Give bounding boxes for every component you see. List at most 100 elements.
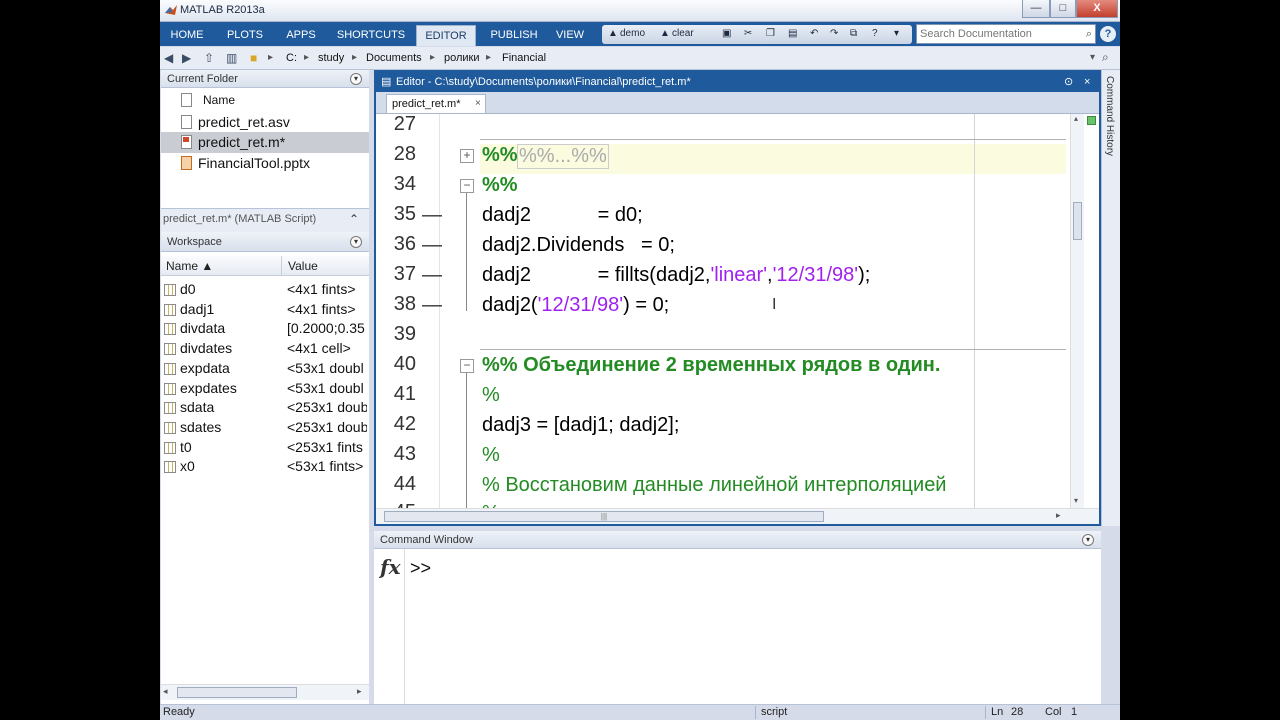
tab-predict-ret[interactable]: predict_ret.m* × bbox=[386, 94, 486, 113]
help-icon[interactable]: ? bbox=[1100, 26, 1116, 42]
breadcrumb-documents[interactable]: Documents bbox=[366, 52, 422, 64]
tab-apps[interactable]: APPS bbox=[278, 25, 324, 46]
paste-icon[interactable]: ▤ bbox=[788, 27, 797, 41]
expand-cell-icon[interactable]: + bbox=[460, 149, 474, 163]
copy-icon[interactable]: ❐ bbox=[766, 27, 775, 41]
panel-actions-icon[interactable]: ⊙ bbox=[1064, 72, 1073, 92]
line-number: 41 bbox=[393, 383, 416, 405]
breakpoint-dash[interactable]: — bbox=[422, 294, 442, 317]
browse-folder-icon[interactable]: ▥ bbox=[226, 51, 237, 65]
variable-value: <53x1 fints> bbox=[287, 458, 364, 475]
scroll-up-icon[interactable]: ▴ bbox=[1074, 114, 1078, 123]
tab-editor[interactable]: EDITOR bbox=[416, 25, 476, 46]
scroll-thumb[interactable] bbox=[1073, 202, 1082, 240]
breakpoint-dash[interactable]: — bbox=[422, 264, 442, 287]
workspace-variable-row[interactable]: sdata <253x1 doub bbox=[161, 398, 369, 418]
breakpoint-dash[interactable]: — bbox=[422, 204, 442, 227]
scroll-thumb[interactable] bbox=[177, 687, 297, 698]
command-history-label[interactable]: Command History bbox=[1104, 76, 1115, 156]
variable-icon bbox=[164, 303, 176, 316]
name-column-header[interactable]: Name bbox=[161, 90, 369, 110]
dropdown-icon[interactable]: ▾ bbox=[894, 27, 899, 41]
panel-actions-icon[interactable]: ▾ bbox=[1082, 534, 1094, 546]
workspace-variable-row[interactable]: dadj1 <4x1 fints> bbox=[161, 300, 369, 320]
tab-view[interactable]: VIEW bbox=[550, 25, 590, 46]
code-area[interactable]: 27 28 + %% %%...%% 34 − %% 35 — dadj2 = … bbox=[376, 114, 1099, 508]
demo-shortcut-label[interactable]: demo bbox=[620, 27, 645, 41]
workspace-variable-row[interactable]: d0 <4x1 fints> bbox=[161, 280, 369, 300]
minimize-button[interactable]: — bbox=[1022, 0, 1050, 18]
scroll-left-icon[interactable]: ◂ bbox=[163, 686, 168, 697]
switch-windows-icon[interactable]: ⧉ bbox=[850, 27, 857, 41]
command-history-sidebar[interactable]: Command History bbox=[1101, 70, 1120, 526]
path-separator-icon: ▸ bbox=[486, 52, 492, 63]
cell-marker: %% bbox=[482, 174, 518, 196]
editor-vscroll[interactable]: ▴ ▾ bbox=[1070, 114, 1084, 508]
panel-actions-icon[interactable]: ▾ bbox=[350, 236, 362, 248]
back-icon[interactable]: ◀ bbox=[164, 51, 173, 65]
search-documentation-input[interactable]: Search Documentation ⌕ bbox=[916, 24, 1096, 44]
close-tab-icon[interactable]: × bbox=[475, 95, 481, 113]
file-row[interactable]: predict_ret.asv bbox=[161, 112, 369, 133]
tab-home[interactable]: HOME bbox=[164, 25, 210, 46]
workspace-variable-row[interactable]: divdates <4x1 cell> bbox=[161, 339, 369, 359]
redo-icon[interactable]: ↷ bbox=[830, 27, 838, 41]
maximize-button[interactable]: □ bbox=[1050, 0, 1076, 18]
function-browser-icon[interactable]: fx bbox=[380, 555, 401, 579]
workspace-variable-row[interactable]: expdates <53x1 doubl bbox=[161, 379, 369, 399]
tab-shortcuts[interactable]: SHORTCUTS bbox=[332, 25, 410, 46]
workspace-variable-row[interactable]: t0 <253x1 fints bbox=[161, 438, 369, 458]
code-analyzer-ok-icon[interactable] bbox=[1087, 116, 1096, 125]
panel-actions-icon[interactable]: ▾ bbox=[350, 73, 362, 85]
workspace-variable-row[interactable]: sdates <253x1 doub bbox=[161, 418, 369, 438]
file-row-selected[interactable]: predict_ret.m* bbox=[161, 132, 369, 153]
file-name: predict_ret.m* bbox=[198, 134, 286, 150]
chevron-up-icon[interactable]: ⌃ bbox=[349, 209, 359, 229]
collapse-cell-icon[interactable]: − bbox=[460, 179, 474, 193]
undo-icon[interactable]: ↶ bbox=[810, 27, 818, 41]
scroll-right-icon[interactable]: ▸ bbox=[1056, 510, 1061, 521]
string-literal: '12/31/98' bbox=[772, 264, 859, 286]
editor-hscroll[interactable]: ||| ▸ bbox=[376, 508, 1099, 524]
address-dropdown-icon[interactable]: ▾ bbox=[1090, 52, 1095, 63]
breadcrumb-roliki[interactable]: ролики bbox=[444, 52, 480, 64]
command-window[interactable]: Command Window ▾ fx >> bbox=[374, 531, 1101, 704]
search-icon[interactable]: ⌕ bbox=[1086, 25, 1092, 43]
file-details-bar[interactable]: predict_ret.m* (MATLAB Script) ⌃ bbox=[161, 208, 369, 232]
tab-publish[interactable]: PUBLISH bbox=[482, 25, 546, 46]
save-icon[interactable]: ▣ bbox=[722, 27, 731, 41]
forward-icon[interactable]: ▶ bbox=[182, 51, 191, 65]
matlab-script-icon bbox=[181, 135, 192, 149]
clear-shortcut-label[interactable]: clear bbox=[672, 27, 694, 41]
breadcrumb-study[interactable]: study bbox=[318, 52, 344, 64]
scroll-right-icon[interactable]: ▸ bbox=[357, 686, 362, 697]
address-bar: ◀ ▶ ⇧ ▥ ■ ▸ C: ▸ study ▸ Documents ▸ рол… bbox=[160, 47, 1120, 70]
demo-shortcut-icon[interactable]: ▲ bbox=[608, 27, 618, 41]
collapsed-cell[interactable]: %%...%% bbox=[517, 144, 609, 169]
search-placeholder: Search Documentation bbox=[920, 28, 1032, 40]
breadcrumb-financial[interactable]: Financial bbox=[502, 52, 546, 64]
workspace-variable-row[interactable]: divdata [0.2000;0.35 bbox=[161, 319, 369, 339]
cut-icon[interactable]: ✂ bbox=[744, 27, 752, 41]
file-row[interactable]: FinancialTool.pptx bbox=[161, 153, 369, 174]
string-literal: 'linear' bbox=[710, 264, 768, 286]
breadcrumb-drive[interactable]: C: bbox=[286, 52, 297, 64]
comment-text: % Восстановим данные линейной интерполяц… bbox=[482, 474, 947, 496]
close-button[interactable]: X bbox=[1076, 0, 1118, 18]
value-column-header[interactable]: Value bbox=[288, 259, 318, 273]
variable-name: dadj1 bbox=[180, 300, 215, 317]
tab-plots[interactable]: PLOTS bbox=[218, 25, 272, 46]
workspace-variable-row[interactable]: expdata <53x1 doubl bbox=[161, 359, 369, 379]
scroll-down-icon[interactable]: ▾ bbox=[1074, 496, 1078, 505]
search-folder-icon[interactable]: ⌕ bbox=[1102, 50, 1109, 65]
up-folder-icon[interactable]: ⇧ bbox=[204, 51, 214, 65]
workspace-hscroll[interactable]: ◂ ▸ bbox=[161, 684, 369, 700]
help-icon[interactable]: ? bbox=[872, 27, 878, 41]
name-column-header[interactable]: Name ▲ bbox=[166, 259, 213, 273]
scroll-thumb[interactable]: ||| bbox=[384, 511, 824, 522]
clear-shortcut-icon[interactable]: ▲ bbox=[660, 27, 670, 41]
workspace-variable-row[interactable]: x0 <53x1 fints> bbox=[161, 457, 369, 477]
collapse-cell-icon[interactable]: − bbox=[460, 359, 474, 373]
close-editor-icon[interactable]: × bbox=[1084, 72, 1090, 92]
breakpoint-dash[interactable]: — bbox=[422, 234, 442, 257]
